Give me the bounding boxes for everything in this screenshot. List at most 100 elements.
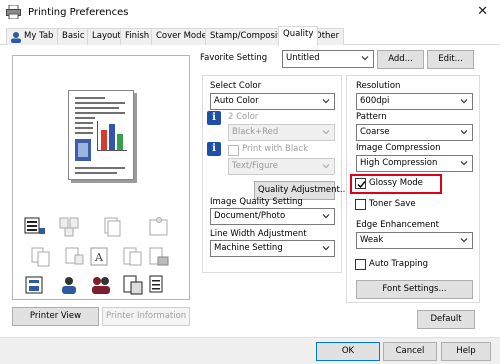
cancel-button[interactable]: Cancel: [383, 342, 437, 361]
tab-label: Finish: [125, 31, 150, 41]
select-value: Untitled: [286, 53, 320, 63]
print-with-black-label: Print with Black: [242, 144, 308, 154]
dialog-button-bar: OK Cancel Help: [0, 337, 500, 364]
image-compression-select[interactable]: High Compression: [356, 155, 473, 172]
text-overlay-icon: A: [90, 247, 108, 266]
puzzle-icon: [149, 217, 168, 236]
button-label: Edit...: [438, 54, 463, 64]
auto-trapping-label: Auto Trapping: [369, 259, 429, 269]
button-label: Printer View: [29, 311, 82, 321]
favorite-add-button[interactable]: Add...: [377, 50, 424, 69]
select-value: High Compression: [360, 158, 438, 168]
page-preview-image: [68, 90, 134, 180]
printer-information-button[interactable]: Printer Information: [102, 307, 190, 326]
select-color-label: Select Color: [210, 81, 262, 91]
select-value: Weak: [360, 235, 384, 245]
select-value: Coarse: [360, 127, 390, 137]
font-settings-button[interactable]: Font Settings...: [356, 280, 473, 299]
select-value: Document/Photo: [214, 211, 286, 221]
resolution-select[interactable]: 600dpi: [356, 93, 473, 110]
two-color-select[interactable]: Black+Red: [228, 124, 335, 141]
button-label: Quality Adjustment...: [258, 185, 348, 195]
printer-view-button[interactable]: Printer View: [12, 307, 99, 326]
two-color-label: 2 Color: [228, 112, 259, 122]
image-quality-setting-select[interactable]: Document/Photo: [210, 208, 335, 225]
window-title: Printing Preferences: [28, 7, 129, 18]
chevron-down-icon: [322, 246, 330, 251]
copy-icon: [31, 247, 50, 267]
button-label: Default: [430, 314, 462, 324]
button-label: Font Settings...: [382, 284, 447, 294]
printer-device-icon: [24, 217, 45, 234]
print-with-black-checkbox[interactable]: [228, 145, 239, 156]
pattern-label: Pattern: [356, 112, 387, 122]
account-track-icon: [92, 277, 110, 294]
select-value: Black+Red: [232, 127, 279, 137]
info-icon[interactable]: i: [207, 142, 221, 156]
tab-label: Cover Mode: [156, 31, 207, 41]
chevron-down-icon: [322, 214, 330, 219]
button-label: Help: [456, 346, 476, 356]
tab-label: My Tab: [24, 31, 54, 41]
glossy-mode-highlight: [350, 174, 442, 194]
tab-label: Layout: [92, 31, 121, 41]
secure-print-icon: [149, 247, 169, 266]
favorite-setting-label: Favorite Setting: [200, 53, 268, 63]
status-icon-grid: A: [23, 216, 179, 296]
line-width-adjustment-select[interactable]: Machine Setting: [210, 240, 335, 257]
tab-basic[interactable]: Basic: [57, 28, 90, 45]
select-value: Auto Color: [214, 96, 259, 106]
document-icon: [149, 275, 163, 293]
chevron-down-icon: [460, 99, 468, 104]
layout-icon: [59, 217, 79, 237]
favorite-setting-select[interactable]: Untitled: [282, 50, 374, 68]
resolution-label: Resolution: [356, 81, 401, 91]
user-icon: [11, 32, 21, 43]
chevron-down-icon: [460, 238, 468, 243]
chevron-down-icon: [322, 99, 330, 104]
edge-enhancement-select[interactable]: Weak: [356, 232, 473, 249]
button-label: Add...: [388, 54, 413, 64]
help-button[interactable]: Help: [441, 342, 491, 361]
title-bar: Printing Preferences ✕: [0, 0, 500, 25]
chevron-down-icon: [322, 130, 330, 135]
watermark-icon: [123, 247, 142, 266]
select-value: Text/Figure: [232, 161, 279, 171]
tab-label: Basic: [62, 31, 85, 41]
chevron-down-icon: [322, 164, 330, 169]
svg-text:A: A: [94, 251, 104, 264]
chevron-down-icon: [361, 56, 369, 61]
print-with-black-select[interactable]: Text/Figure: [228, 158, 335, 175]
select-value: 600dpi: [360, 96, 390, 106]
tab-label: Other: [315, 31, 340, 41]
preview-pane: A: [12, 55, 190, 300]
default-button[interactable]: Default: [417, 310, 475, 329]
chevron-down-icon: [460, 130, 468, 135]
pattern-select[interactable]: Coarse: [356, 124, 473, 141]
toner-save-checkbox[interactable]: [355, 199, 366, 210]
tab-quality[interactable]: Quality: [278, 26, 319, 46]
line-width-adjustment-label: Line Width Adjustment: [210, 229, 307, 239]
id-card-icon: [123, 275, 143, 295]
tab-strip: My Tab Basic Layout Finish Cover Mode St…: [0, 26, 500, 46]
button-label: Printer Information: [106, 311, 187, 321]
select-value: Machine Setting: [214, 243, 283, 253]
tab-finish[interactable]: Finish: [120, 28, 155, 45]
tab-cover-mode[interactable]: Cover Mode: [151, 28, 212, 45]
close-button[interactable]: ✕: [477, 4, 488, 19]
edge-enhancement-label: Edge Enhancement: [356, 220, 439, 230]
button-label: Cancel: [395, 346, 425, 356]
info-icon[interactable]: i: [207, 111, 221, 125]
auto-trapping-checkbox[interactable]: [355, 259, 366, 270]
tab-label: Quality: [283, 29, 314, 39]
chevron-down-icon: [460, 161, 468, 166]
image-compression-label: Image Compression: [356, 143, 441, 153]
button-label: OK: [341, 346, 355, 356]
box-save-icon: [25, 276, 43, 294]
tab-my-tab[interactable]: My Tab: [6, 28, 59, 45]
select-color-select[interactable]: Auto Color: [210, 93, 335, 110]
printer-icon: [6, 5, 21, 19]
ok-button[interactable]: OK: [316, 342, 380, 361]
user-auth-icon: [62, 277, 76, 294]
favorite-edit-button[interactable]: Edit...: [427, 50, 474, 69]
